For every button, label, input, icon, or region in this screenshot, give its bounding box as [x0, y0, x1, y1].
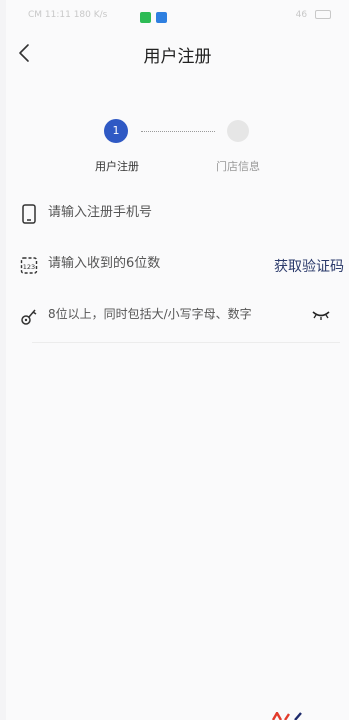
app-screen: CM 11:11 180 K/s 46 用户注册 1 用户注册 门店信息 123…	[6, 0, 349, 720]
eye-closed-icon[interactable]	[312, 309, 330, 321]
app-notification-icon	[156, 12, 167, 23]
phone-icon	[22, 204, 36, 224]
brand-logo-fragment	[271, 712, 302, 720]
status-app-icons	[140, 12, 167, 23]
form-divider	[32, 342, 340, 343]
calendar-icon: 123	[20, 257, 38, 274]
step-1-label: 用户注册	[95, 160, 139, 173]
status-bar-right: 46	[296, 10, 331, 20]
phone-input[interactable]	[48, 205, 328, 220]
signal-text: 46	[295, 10, 308, 20]
step-2-label: 门店信息	[216, 160, 260, 173]
svg-text:123: 123	[23, 263, 35, 271]
key-icon	[21, 309, 37, 325]
page-title: 用户注册	[143, 47, 212, 67]
code-row: 123 获取验证码	[20, 241, 344, 291]
password-input[interactable]	[48, 307, 298, 321]
password-row	[20, 292, 336, 342]
get-code-button[interactable]: 获取验证码	[274, 256, 344, 276]
status-bar: CM 11:11 180 K/s 46	[6, 0, 349, 32]
wechat-icon	[140, 12, 151, 23]
step-2-indicator	[227, 120, 249, 142]
step-connector	[141, 131, 215, 132]
status-bar-left: CM 11:11 180 K/s	[28, 10, 108, 20]
verification-code-input[interactable]	[48, 256, 248, 271]
step-1-indicator: 1	[104, 119, 128, 143]
battery-icon	[315, 10, 331, 19]
phone-row	[20, 190, 336, 240]
